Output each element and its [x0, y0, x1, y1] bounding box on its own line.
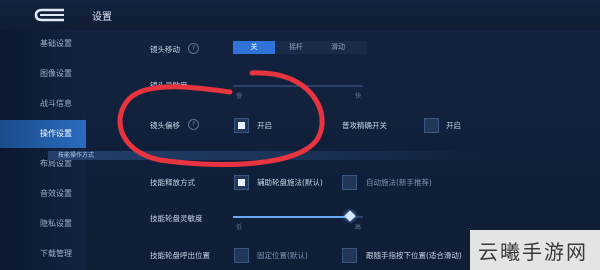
section-header — [48, 151, 488, 160]
wheel-position-option1-checkbox[interactable] — [234, 248, 249, 263]
camera-move-option-swipe[interactable]: 滑动 — [317, 41, 359, 54]
camera-sensitivity-max: 快 — [355, 93, 362, 100]
camera-offset-checkbox[interactable] — [234, 118, 249, 133]
sidebar-item-battle-info[interactable]: 战斗信息 — [0, 90, 86, 118]
sidebar-item-graphics[interactable]: 图像设置 — [0, 60, 86, 88]
wheel-position-option2: 跟随手指按下位置(适合滑动) — [366, 251, 462, 260]
precise-aim-checkbox[interactable] — [424, 118, 439, 133]
sidebar-item-audio[interactable]: 音效设置 — [0, 180, 86, 208]
camera-move-option-off[interactable]: 关 — [233, 41, 275, 54]
help-icon[interactable]: ? — [188, 43, 199, 54]
precise-aim-option: 开启 — [446, 121, 461, 130]
page-title: 设置 — [92, 12, 112, 23]
camera-move-option-joystick[interactable]: 摇杆 — [275, 41, 317, 54]
camera-offset-label: 镜头偏移 — [150, 121, 180, 130]
skill-cast-option2-checkbox[interactable] — [342, 175, 357, 190]
camera-move-label: 镜头移动 — [150, 45, 180, 54]
watermark-text: 云曦手游网 — [478, 240, 588, 264]
wheel-sensitivity-min: 低 — [236, 224, 243, 231]
wheel-sensitivity-label: 技能轮盘灵敏度 — [150, 214, 203, 223]
camera-move-segmented: 关 摇杆 滑动 — [233, 41, 367, 54]
section-title: 技能操作方式 — [58, 152, 95, 159]
wheel-position-label: 技能轮盘呼出位置 — [150, 251, 210, 260]
skill-cast-option1: 辅助轮盘施法(默认) — [257, 178, 323, 187]
sidebar-item-privacy[interactable]: 隐私设置 — [0, 210, 86, 238]
sidebar-item-controls[interactable]: 操作设置 — [0, 120, 86, 148]
wheel-sensitivity-fill — [233, 216, 350, 218]
wheel-sensitivity-max: 高 — [355, 224, 362, 231]
back-arrow-icon[interactable] — [30, 6, 70, 24]
top-bar: 设置 — [0, 0, 600, 30]
skill-cast-option1-checkbox[interactable] — [234, 175, 249, 190]
wheel-position-option1: 固定位置(默认) — [257, 251, 308, 260]
camera-offset-option: 开启 — [257, 121, 272, 130]
wheel-position-option2-checkbox[interactable] — [342, 248, 357, 263]
skill-cast-option2: 自动施法(新手推荐) — [366, 178, 432, 187]
camera-sensitivity-min: 慢 — [236, 93, 243, 100]
precise-aim-label: 普攻精确开关 — [342, 121, 387, 130]
camera-sensitivity-slider[interactable] — [233, 85, 363, 87]
skill-cast-label: 技能释放方式 — [150, 178, 195, 187]
sidebar-item-basic[interactable]: 基础设置 — [0, 30, 86, 58]
sidebar-item-downloads[interactable]: 下载管理 — [0, 240, 86, 268]
camera-sensitivity-label: 镜头灵敏度 — [150, 81, 188, 90]
help-icon[interactable]: ? — [188, 119, 199, 130]
sidebar: 基础设置 图像设置 战斗信息 操作设置 布局设置 音效设置 隐私设置 下载管理 — [0, 30, 87, 270]
